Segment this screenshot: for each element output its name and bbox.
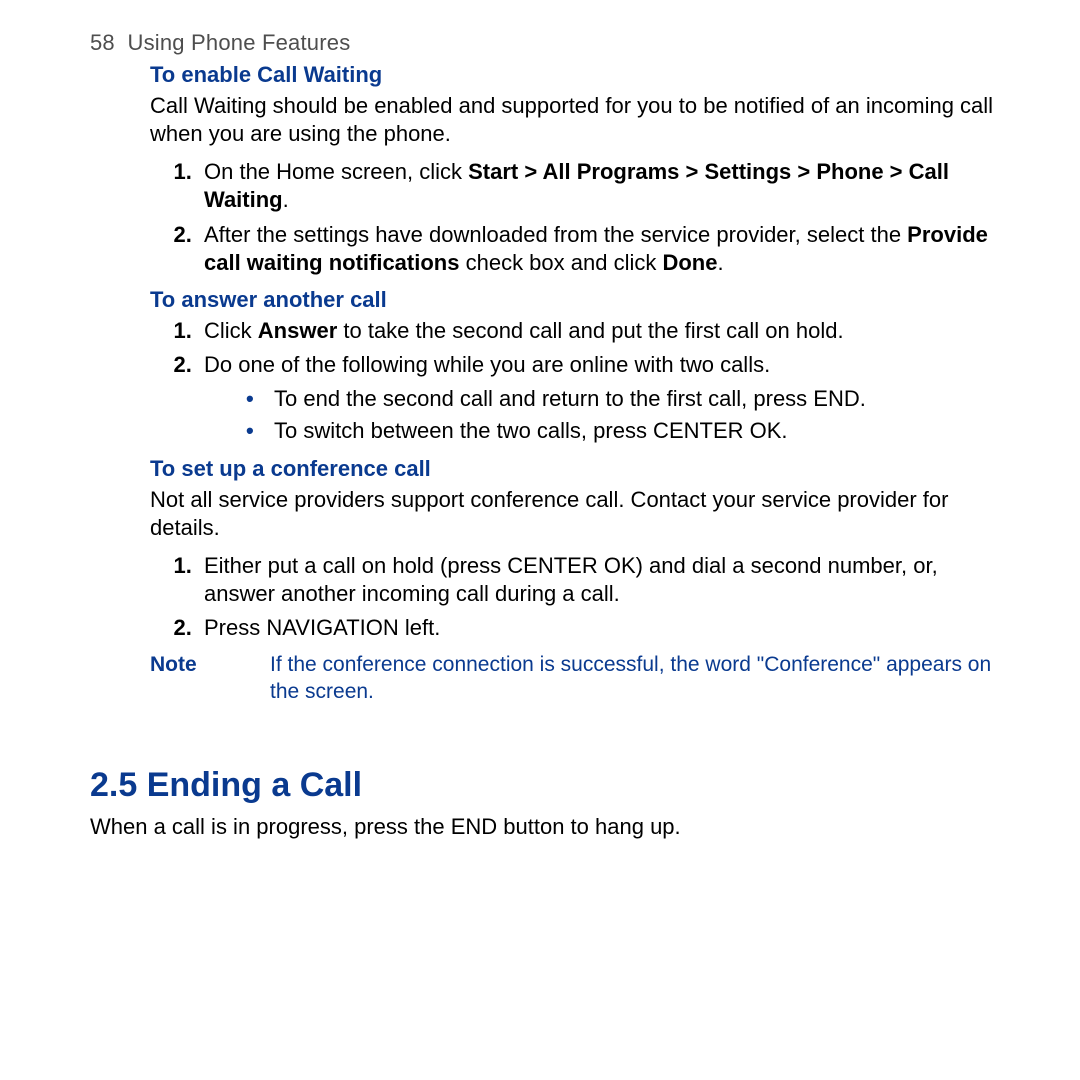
step-text: check box and click	[459, 250, 662, 275]
step-text: Click	[204, 318, 258, 343]
note-label: Note	[150, 652, 270, 706]
subheading-enable-call-waiting: To enable Call Waiting	[150, 62, 1010, 88]
step-item: Press NAVIGATION left.	[198, 614, 1010, 642]
sub-bullets: To end the second call and return to the…	[204, 385, 1010, 445]
intro-conference: Not all service providers support confer…	[150, 486, 1010, 542]
section-body-ending: When a call is in progress, press the EN…	[90, 813, 1010, 841]
steps-enable-call-waiting: On the Home screen, click Start > All Pr…	[150, 158, 1010, 277]
step-bold: Answer	[258, 318, 337, 343]
step-item: On the Home screen, click Start > All Pr…	[198, 158, 1010, 214]
subheading-answer-another: To answer another call	[150, 287, 1010, 313]
bullet-item: To end the second call and return to the…	[246, 385, 1010, 413]
step-text: On the Home screen, click	[204, 159, 468, 184]
section-heading-ending: 2.5 Ending a Call	[90, 766, 1010, 805]
step-text: .	[717, 250, 723, 275]
step-text: to take the second call and put the firs…	[337, 318, 843, 343]
running-header: 58 Using Phone Features	[90, 30, 1010, 56]
steps-conference: Either put a call on hold (press CENTER …	[150, 552, 1010, 642]
step-item: Do one of the following while you are on…	[198, 351, 1010, 445]
manual-page: 58 Using Phone Features To enable Call W…	[0, 0, 1080, 841]
bullet-item: To switch between the two calls, press C…	[246, 417, 1010, 445]
step-text: .	[283, 187, 289, 212]
steps-answer-another: Click Answer to take the second call and…	[150, 317, 1010, 446]
step-item: Click Answer to take the second call and…	[198, 317, 1010, 345]
step-item: After the settings have downloaded from …	[198, 221, 1010, 277]
step-text: After the settings have downloaded from …	[204, 222, 907, 247]
step-text: Do one of the following while you are on…	[204, 352, 770, 377]
step-bold: Done	[662, 250, 717, 275]
intro-enable-call-waiting: Call Waiting should be enabled and suppo…	[150, 92, 1010, 148]
page-number: 58	[90, 30, 115, 55]
chapter-title: Using Phone Features	[128, 30, 351, 55]
step-item: Either put a call on hold (press CENTER …	[198, 552, 1010, 608]
note-text: If the conference connection is successf…	[270, 652, 1010, 706]
note-block: Note If the conference connection is suc…	[150, 652, 1010, 706]
subheading-conference: To set up a conference call	[150, 456, 1010, 482]
